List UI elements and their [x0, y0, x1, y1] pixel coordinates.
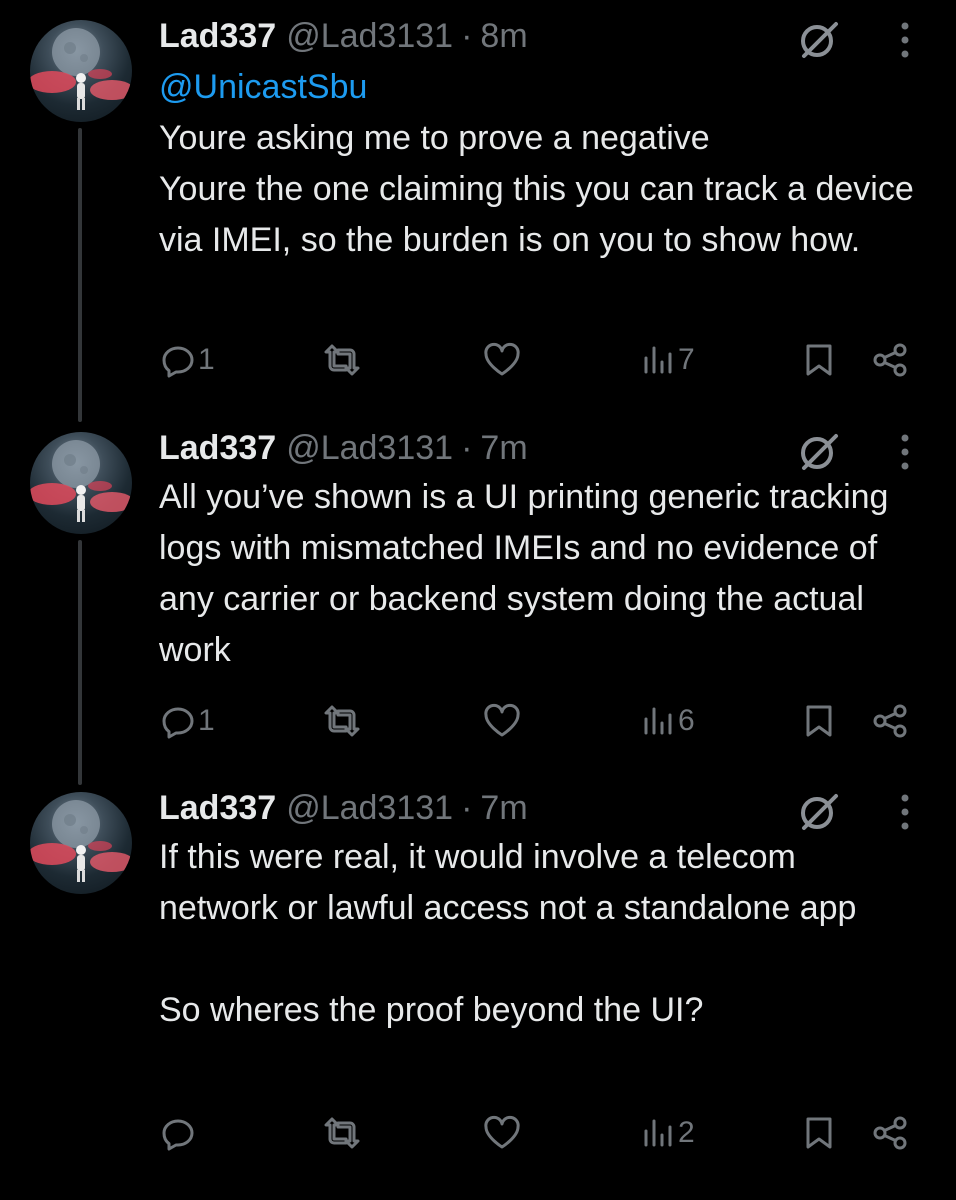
views-count: 7: [678, 343, 695, 376]
more-options-icon[interactable]: [898, 792, 912, 832]
reply-button[interactable]: 1: [160, 335, 215, 385]
bookmark-button[interactable]: [804, 335, 834, 385]
grok-icon[interactable]: [796, 428, 842, 474]
grok-icon[interactable]: [796, 16, 842, 62]
tweet-actions: 2: [0, 1108, 956, 1158]
like-icon: [482, 1115, 522, 1151]
tweet-text: All you’ve shown is a UI printing generi…: [159, 478, 889, 669]
separator-dot: ·: [461, 16, 473, 55]
repost-button[interactable]: [322, 335, 362, 385]
views-button[interactable]: 6: [640, 696, 695, 746]
tweet[interactable]: Lad337 @Lad3131 · 7m If this were real, …: [0, 780, 956, 1200]
reply-button[interactable]: 1: [160, 696, 215, 746]
user-handle[interactable]: @Lad3131: [286, 789, 453, 828]
avatar[interactable]: [30, 432, 132, 534]
display-name[interactable]: Lad337: [159, 17, 276, 56]
views-count: 6: [678, 704, 695, 737]
user-handle[interactable]: @Lad3131: [286, 429, 453, 468]
like-icon: [482, 342, 522, 378]
like-button[interactable]: [482, 335, 522, 385]
reply-count: 1: [198, 343, 215, 376]
views-button[interactable]: 7: [640, 335, 695, 385]
reply-icon: [160, 1115, 196, 1151]
views-icon: [640, 1115, 676, 1151]
share-icon: [872, 1115, 908, 1151]
display-name[interactable]: Lad337: [159, 789, 276, 828]
separator-dot: ·: [461, 428, 473, 467]
tweet[interactable]: Lad337 @Lad3131 · 7m All you’ve shown is…: [0, 420, 956, 780]
bookmark-icon: [804, 703, 834, 739]
views-count: 2: [678, 1116, 695, 1149]
user-handle[interactable]: @Lad3131: [286, 17, 453, 56]
timestamp[interactable]: 7m: [480, 789, 527, 828]
tweet-text: If this were real, it would involve a te…: [159, 838, 857, 1029]
bookmark-button[interactable]: [804, 1108, 834, 1158]
repost-button[interactable]: [322, 696, 362, 746]
share-button[interactable]: [872, 696, 908, 746]
avatar[interactable]: [30, 20, 132, 122]
timestamp[interactable]: 7m: [480, 429, 527, 468]
tweet[interactable]: Lad337 @Lad3131 · 8m @UnicastSbu Youre a…: [0, 0, 956, 420]
reply-count: 1: [198, 704, 215, 737]
bookmark-icon: [804, 342, 834, 378]
tweet-text: Youre asking me to prove a negative Your…: [159, 119, 914, 259]
views-icon: [640, 342, 676, 378]
like-button[interactable]: [482, 696, 522, 746]
more-options-icon[interactable]: [898, 432, 912, 472]
separator-dot: ·: [461, 788, 473, 827]
like-icon: [482, 703, 522, 739]
like-button[interactable]: [482, 1108, 522, 1158]
reply-button[interactable]: [160, 1108, 198, 1158]
bookmark-icon: [804, 1115, 834, 1151]
repost-icon: [322, 703, 362, 739]
display-name[interactable]: Lad337: [159, 429, 276, 468]
share-icon: [872, 703, 908, 739]
share-icon: [872, 342, 908, 378]
reply-icon: [160, 703, 196, 739]
grok-icon[interactable]: [796, 788, 842, 834]
timestamp[interactable]: 8m: [480, 17, 527, 56]
bookmark-button[interactable]: [804, 696, 834, 746]
repost-icon: [322, 342, 362, 378]
views-button[interactable]: 2: [640, 1108, 695, 1158]
views-icon: [640, 703, 676, 739]
tweet-actions: 1 7: [0, 335, 956, 385]
share-button[interactable]: [872, 335, 908, 385]
reply-to-mention[interactable]: @UnicastSbu: [159, 62, 916, 113]
share-button[interactable]: [872, 1108, 908, 1158]
tweet-actions: 1 6: [0, 696, 956, 746]
more-options-icon[interactable]: [898, 20, 912, 60]
reply-icon: [160, 342, 196, 378]
repost-button[interactable]: [322, 1108, 362, 1158]
avatar[interactable]: [30, 792, 132, 894]
repost-icon: [322, 1115, 362, 1151]
